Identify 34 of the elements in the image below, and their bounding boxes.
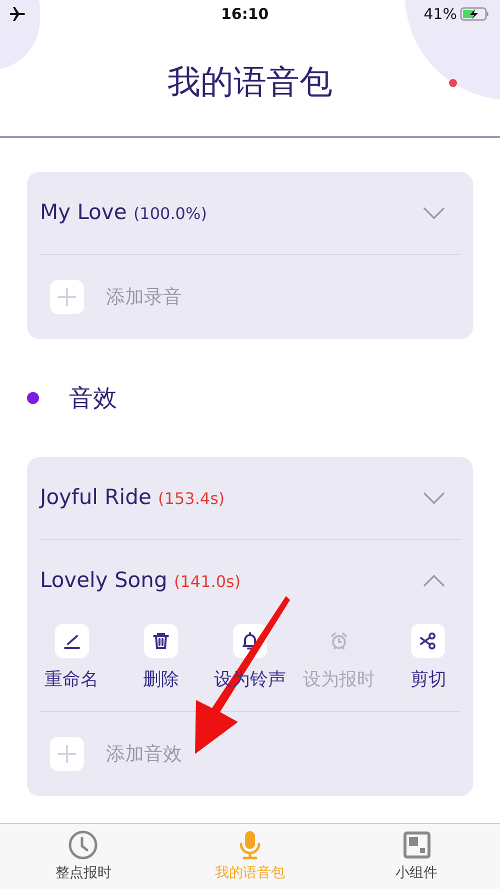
status-time: 16:10 bbox=[220, 4, 269, 25]
add-button[interactable] bbox=[50, 737, 84, 771]
tab[interactable]: 小组件 bbox=[333, 824, 500, 889]
sound-row[interactable]: My Love (100.0%) bbox=[27, 172, 473, 254]
chevron-down-icon[interactable] bbox=[423, 492, 445, 504]
action-label: 重命名 bbox=[44, 668, 99, 692]
action-button[interactable] bbox=[54, 624, 89, 658]
section-bullet bbox=[27, 392, 39, 404]
battery-percent: 41% bbox=[424, 4, 457, 25]
alarm-clock-icon bbox=[329, 631, 350, 651]
sound-name: Joyful Ride (153.4s) bbox=[40, 484, 225, 512]
plus-icon bbox=[57, 287, 77, 307]
section-title: 音效 bbox=[69, 383, 117, 414]
sound-name: Lovely Song (141.0s) bbox=[40, 567, 241, 594]
add-button[interactable] bbox=[50, 280, 84, 314]
sound-row[interactable]: Lovely Song (141.0s) bbox=[27, 540, 473, 622]
action-label: 设为报时 bbox=[303, 668, 376, 692]
tab[interactable]: 整点报时 bbox=[0, 824, 167, 889]
action-button[interactable] bbox=[411, 624, 446, 658]
page-title: 我的语音包 bbox=[168, 61, 332, 104]
trash-icon bbox=[150, 631, 171, 651]
chevron-down-icon[interactable] bbox=[423, 207, 445, 219]
action-button[interactable] bbox=[144, 624, 178, 658]
action-label: 删除 bbox=[142, 668, 179, 692]
plus-icon bbox=[57, 744, 77, 764]
clock-icon bbox=[67, 829, 100, 861]
chevron-up-icon[interactable] bbox=[423, 575, 445, 587]
sound-name: My Love (100.0%) bbox=[40, 199, 207, 226]
airplane-icon bbox=[10, 7, 26, 21]
widget-grid-icon bbox=[400, 829, 433, 861]
battery-charging-icon bbox=[460, 7, 490, 21]
action-label: 剪切 bbox=[410, 668, 446, 692]
sound-row[interactable]: Joyful Ride (153.4s) bbox=[27, 457, 473, 539]
scissors-icon bbox=[418, 631, 438, 651]
